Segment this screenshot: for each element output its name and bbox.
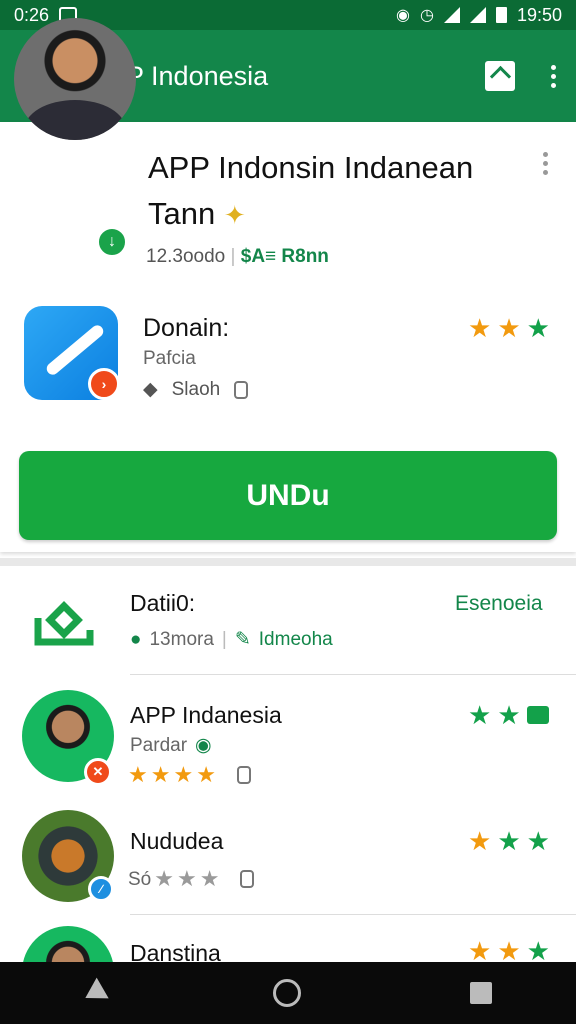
signal-icon	[469, 7, 486, 23]
list-item-rating: ★ ★ ★ ★	[128, 762, 251, 788]
status-time-left: 0:26	[14, 4, 50, 25]
wifi-icon	[443, 7, 460, 23]
list-item-badges: ★ ★	[468, 700, 549, 731]
location-pin-icon: ●	[130, 628, 142, 650]
star-icon: ★	[468, 313, 492, 343]
shield-icon: ◉	[195, 735, 212, 756]
star-icon: ★	[468, 700, 492, 730]
list-item-badge-icon: ∕	[88, 876, 114, 902]
nav-back-icon[interactable]	[79, 977, 109, 1009]
star-icon: ★	[526, 826, 550, 856]
list-item-title[interactable]: APP Indanesia	[130, 702, 282, 729]
list-item-rating: ★ ★ ★	[468, 826, 550, 857]
hero-meta-count: 12.3oodo	[146, 246, 226, 267]
list-item-sub: Pardar ◉	[130, 734, 212, 757]
section-divider	[0, 558, 576, 566]
alarm-icon: ◷	[419, 7, 434, 24]
leaf-icon: ✦	[223, 200, 246, 230]
app-subtitle: Pafcia	[143, 348, 196, 369]
share-icon[interactable]	[485, 61, 515, 91]
star-icon: ★	[196, 762, 216, 787]
phone-icon	[240, 870, 255, 888]
hero-title: APP Indonsin Indanean Tann ✦	[148, 150, 474, 231]
tag-icon: ◆	[143, 379, 158, 400]
star-icon: ★	[497, 313, 521, 343]
notification-icon: ◉	[396, 7, 410, 24]
row-divider	[130, 914, 576, 915]
list-header-sub1: 13mora	[149, 628, 214, 650]
developer-avatar[interactable]	[14, 18, 136, 140]
row-divider	[130, 674, 576, 675]
star-icon: ★	[154, 866, 174, 891]
list-header-title: Datii0:	[130, 590, 196, 616]
hero-meta-tag: $A≡ R8nn	[240, 246, 329, 267]
list-item-sub-label: Só	[128, 869, 152, 890]
list-header-sub: ● 13mora | ✎ Idmeoha	[130, 628, 333, 651]
star-icon: ★	[497, 700, 521, 730]
install-button[interactable]: UNDu	[19, 451, 557, 540]
star-icon: ★	[526, 313, 550, 343]
star-icon: ★	[173, 762, 194, 787]
app-name: Donain:	[143, 314, 230, 342]
star-icon: ★	[199, 866, 220, 891]
overflow-menu-icon[interactable]	[551, 64, 556, 88]
phone-icon	[234, 380, 249, 399]
hero-meta: 12.3oodo | $A≡ R8nn	[146, 246, 329, 267]
list-item-sub: Só ★ ★ ★	[128, 866, 255, 892]
system-nav-bar	[0, 962, 576, 1024]
nav-recents-icon[interactable]	[469, 982, 492, 1004]
app-size-row: ◆ Slaoh	[143, 378, 249, 401]
app-rating: ★ ★ ★	[468, 313, 550, 344]
status-time-right: 19:50	[516, 4, 562, 25]
list-item-title[interactable]: Nududea	[130, 828, 223, 855]
verified-badge-icon: ↓	[96, 226, 128, 258]
star-icon: ★	[468, 826, 492, 856]
list-header-sub2: Idmeoha	[258, 628, 333, 650]
list-item-sub-label: Pardar	[130, 734, 188, 756]
bookmark-icon	[526, 706, 549, 724]
star-icon: ★	[150, 762, 171, 787]
hero-more-icon[interactable]	[543, 152, 548, 175]
phone-icon	[236, 766, 251, 784]
star-icon: ★	[497, 826, 521, 856]
app-update-badge-icon: ›	[88, 368, 120, 400]
pencil-icon: ✎	[234, 629, 251, 650]
list-header-link[interactable]: Esenoeia	[455, 592, 543, 616]
download-icon	[34, 601, 94, 646]
app-size-label: Slaoh	[171, 378, 221, 400]
list-item-badge-icon: ✕	[84, 758, 112, 786]
star-icon: ★	[176, 866, 197, 891]
nav-home-icon[interactable]	[272, 979, 301, 1007]
battery-icon	[495, 7, 507, 23]
star-icon: ★	[128, 762, 148, 787]
